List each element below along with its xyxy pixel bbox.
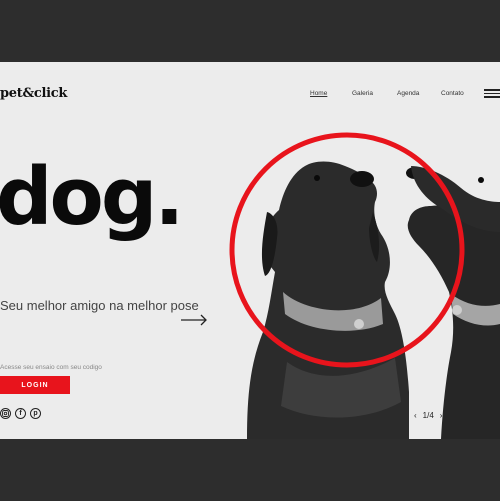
landing-page: pet&click Home Galeria Agenda Contato do…: [0, 62, 500, 439]
access-hint: Acesse seu ensaio com seu codigo: [0, 364, 102, 371]
slide-indicator: 1/4: [422, 411, 434, 420]
pinterest-icon[interactable]: p: [30, 408, 41, 419]
chevron-left-icon[interactable]: ‹: [414, 411, 417, 420]
hero-headline: dog.: [0, 151, 184, 243]
arrow-right-icon[interactable]: [180, 313, 208, 327]
logo[interactable]: pet&click: [0, 86, 67, 101]
facebook-icon[interactable]: f: [15, 408, 26, 419]
login-button[interactable]: LOGIN: [0, 376, 70, 394]
instagram-icon[interactable]: [0, 408, 11, 419]
dog-left: [247, 161, 409, 439]
hero-tagline: Seu melhor amigo na melhor pose: [0, 298, 199, 313]
chevron-right-icon[interactable]: ›: [440, 411, 443, 420]
dog-photo: [229, 132, 500, 439]
slide-pager: ‹ 1/4 ›: [414, 411, 442, 420]
